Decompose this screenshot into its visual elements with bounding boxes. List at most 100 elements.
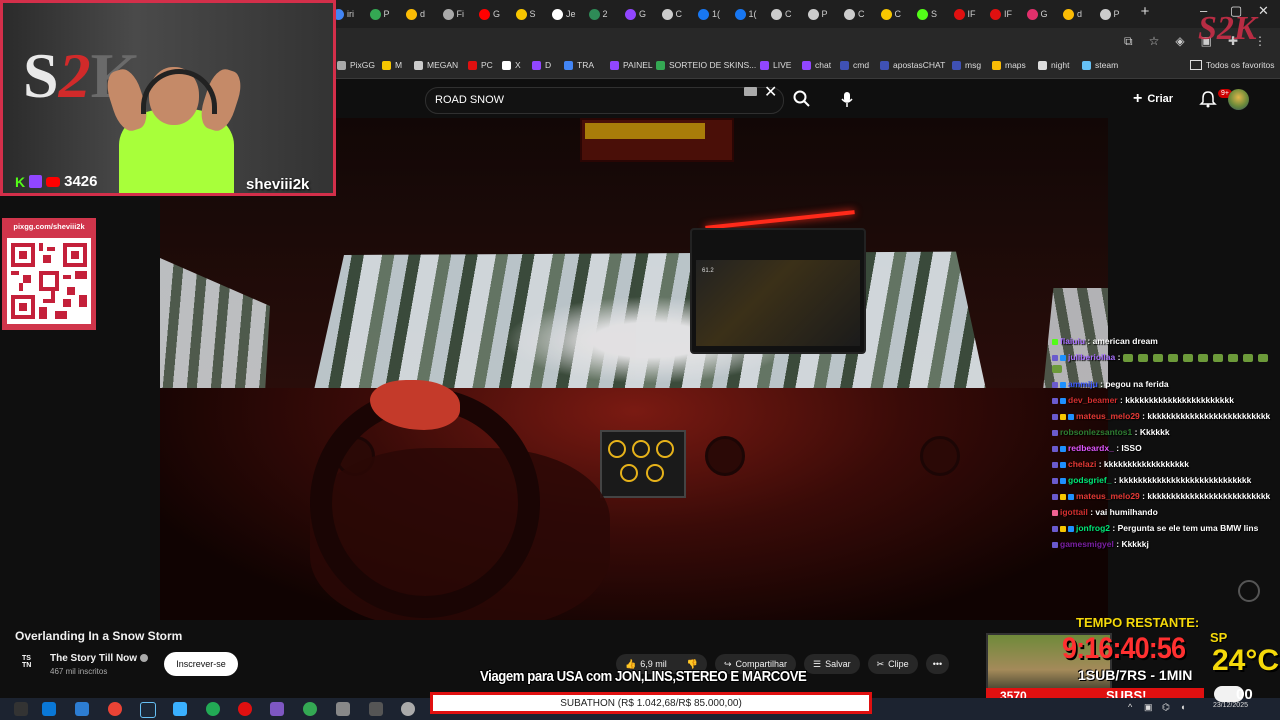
keyboard-icon[interactable] xyxy=(744,87,757,96)
chat-username[interactable]: redbeardx_ xyxy=(1068,443,1114,453)
bookmark-item[interactable]: maps xyxy=(992,60,1026,70)
browser-tab[interactable]: 1( xyxy=(734,5,757,23)
browser-tab[interactable]: Je xyxy=(552,5,576,23)
bookmark-item[interactable]: cmd xyxy=(840,60,869,70)
more-actions-button[interactable]: ••• xyxy=(925,654,950,674)
browser-tab[interactable]: G xyxy=(1026,5,1048,23)
app-icon[interactable] xyxy=(173,702,187,716)
tab-favicon-icon xyxy=(625,8,636,20)
steam-icon[interactable] xyxy=(140,702,156,718)
chat-username[interactable]: jonfrog2 xyxy=(1076,523,1110,533)
save-button[interactable]: ☰ Salvar xyxy=(804,654,860,674)
tab-label: C xyxy=(675,9,683,19)
chat-username[interactable]: igottail xyxy=(1060,507,1088,517)
chat-username[interactable]: gamesmigyel xyxy=(1060,539,1114,549)
subscribe-button[interactable]: Inscrever-se xyxy=(164,652,238,676)
chat-username[interactable]: mateus_melo29 xyxy=(1076,411,1140,421)
new-tab-button[interactable]: + xyxy=(1136,3,1154,23)
cast-icon[interactable]: ◈ xyxy=(1175,34,1184,49)
tray-app-icon[interactable]: ▣ xyxy=(1144,702,1153,713)
bookmark-item[interactable]: PixGG xyxy=(337,60,375,70)
clip-button[interactable]: ✂ Clipe xyxy=(867,654,918,674)
chrome-icon[interactable] xyxy=(108,702,122,716)
chat-text: american dream xyxy=(1092,336,1158,346)
chat-username[interactable]: chelazi xyxy=(1068,459,1096,469)
chrome-icon[interactable] xyxy=(303,702,317,716)
chat-username[interactable]: mateus_melo29 xyxy=(1076,491,1140,501)
obs-icon[interactable] xyxy=(270,702,284,716)
chat-badge-icon xyxy=(1052,397,1058,404)
clear-search-icon[interactable]: ✕ xyxy=(764,82,777,102)
tray-chevron-icon[interactable]: ^ xyxy=(1128,702,1132,712)
microphone-icon[interactable] xyxy=(837,89,857,109)
browser-tab[interactable]: 1( xyxy=(698,5,720,23)
chat-username[interactable]: juliberiollaa xyxy=(1068,352,1115,362)
chat-username[interactable]: robsonlezsantos1 xyxy=(1060,427,1132,437)
taskbar-clock[interactable]: 23/12/2025 xyxy=(1200,702,1248,710)
chat-username[interactable]: ammiju xyxy=(1068,379,1098,389)
browser-tab[interactable]: IF xyxy=(990,5,1012,23)
app-icon[interactable] xyxy=(401,702,415,716)
bookmark-item[interactable]: X xyxy=(502,60,521,70)
account-avatar[interactable] xyxy=(1228,89,1249,110)
bookmark-item[interactable]: M xyxy=(382,60,402,70)
app-icon[interactable] xyxy=(336,702,350,716)
install-icon[interactable]: ⧉ xyxy=(1124,34,1133,49)
network-icon[interactable]: ⌬ xyxy=(1162,702,1170,713)
notifications-bell-icon[interactable] xyxy=(1198,89,1218,109)
bookmark-all-folder[interactable]: Todos os favoritos xyxy=(1190,60,1275,70)
search-input[interactable]: ROAD SNOW xyxy=(435,94,504,106)
opera-icon[interactable] xyxy=(238,702,252,716)
bookmark-item[interactable]: chat xyxy=(802,60,831,70)
browser-tab[interactable]: P xyxy=(807,5,828,23)
browser-tab[interactable]: S xyxy=(917,5,937,23)
chat-emote-icon xyxy=(1167,353,1178,362)
bookmark-item[interactable]: apostasCHAT xyxy=(880,60,945,70)
search-icon[interactable] xyxy=(792,89,812,109)
browser-tab[interactable]: G xyxy=(479,5,500,23)
browser-tab[interactable]: 2 xyxy=(588,5,608,23)
bookmark-item[interactable]: D xyxy=(532,60,551,70)
volume-icon[interactable]: ◖ xyxy=(1180,702,1185,712)
close-window-icon[interactable]: ✕ xyxy=(1258,3,1269,19)
browser-tab[interactable]: iri xyxy=(333,5,354,23)
bookmark-item[interactable]: msg xyxy=(952,60,981,70)
roof-light xyxy=(585,123,705,139)
browser-tab[interactable]: S xyxy=(515,5,536,23)
browser-tab[interactable]: d xyxy=(406,5,425,23)
browser-tab[interactable]: d xyxy=(1063,5,1082,23)
bookmark-item[interactable]: SORTEIO DE SKINS... xyxy=(656,60,756,70)
browser-tab[interactable]: C xyxy=(661,5,683,23)
calculator-icon[interactable] xyxy=(369,702,383,716)
channel-logo[interactable]: TS TN xyxy=(22,655,38,671)
browser-tab[interactable]: IF xyxy=(953,5,976,23)
chat-username[interactable]: dev_beamer xyxy=(1068,395,1118,405)
bookmark-item[interactable]: night xyxy=(1038,60,1069,70)
browser-tab[interactable]: C xyxy=(844,5,865,23)
store-icon[interactable] xyxy=(75,702,89,716)
bookmark-item[interactable]: PAINEL xyxy=(610,60,653,70)
search-box[interactable]: ROAD SNOW xyxy=(425,87,784,114)
browser-tab[interactable]: P xyxy=(369,5,390,23)
create-button[interactable]: + Criar xyxy=(1133,89,1173,109)
bookmark-item[interactable]: PC xyxy=(468,60,493,70)
tab-label: IF xyxy=(1004,9,1012,19)
start-icon[interactable] xyxy=(42,702,56,716)
browser-tab[interactable]: Fi xyxy=(442,5,464,23)
bookmark-item[interactable]: LIVE xyxy=(760,60,791,70)
browser-tab[interactable]: P xyxy=(1099,5,1120,23)
browser-tab[interactable]: G xyxy=(625,5,646,23)
browser-tab[interactable]: C xyxy=(880,5,901,23)
bookmark-star-icon[interactable]: ☆ xyxy=(1149,34,1160,49)
tab-label: iri xyxy=(347,9,354,19)
bookmark-item[interactable]: MEGAN xyxy=(414,60,458,70)
chat-username[interactable]: godsgrief_ xyxy=(1068,475,1111,485)
chat-username[interactable]: flaiuiu xyxy=(1060,336,1085,346)
channel-name[interactable]: The Story Till Now xyxy=(50,653,149,664)
chat-settings-icon[interactable] xyxy=(1238,580,1260,602)
browser-tab[interactable]: C xyxy=(771,5,792,23)
bookmark-item[interactable]: TRA xyxy=(564,60,594,70)
bookmark-item[interactable]: steam xyxy=(1082,60,1118,70)
app-icon[interactable] xyxy=(206,702,220,716)
widgets-icon[interactable] xyxy=(14,702,28,716)
